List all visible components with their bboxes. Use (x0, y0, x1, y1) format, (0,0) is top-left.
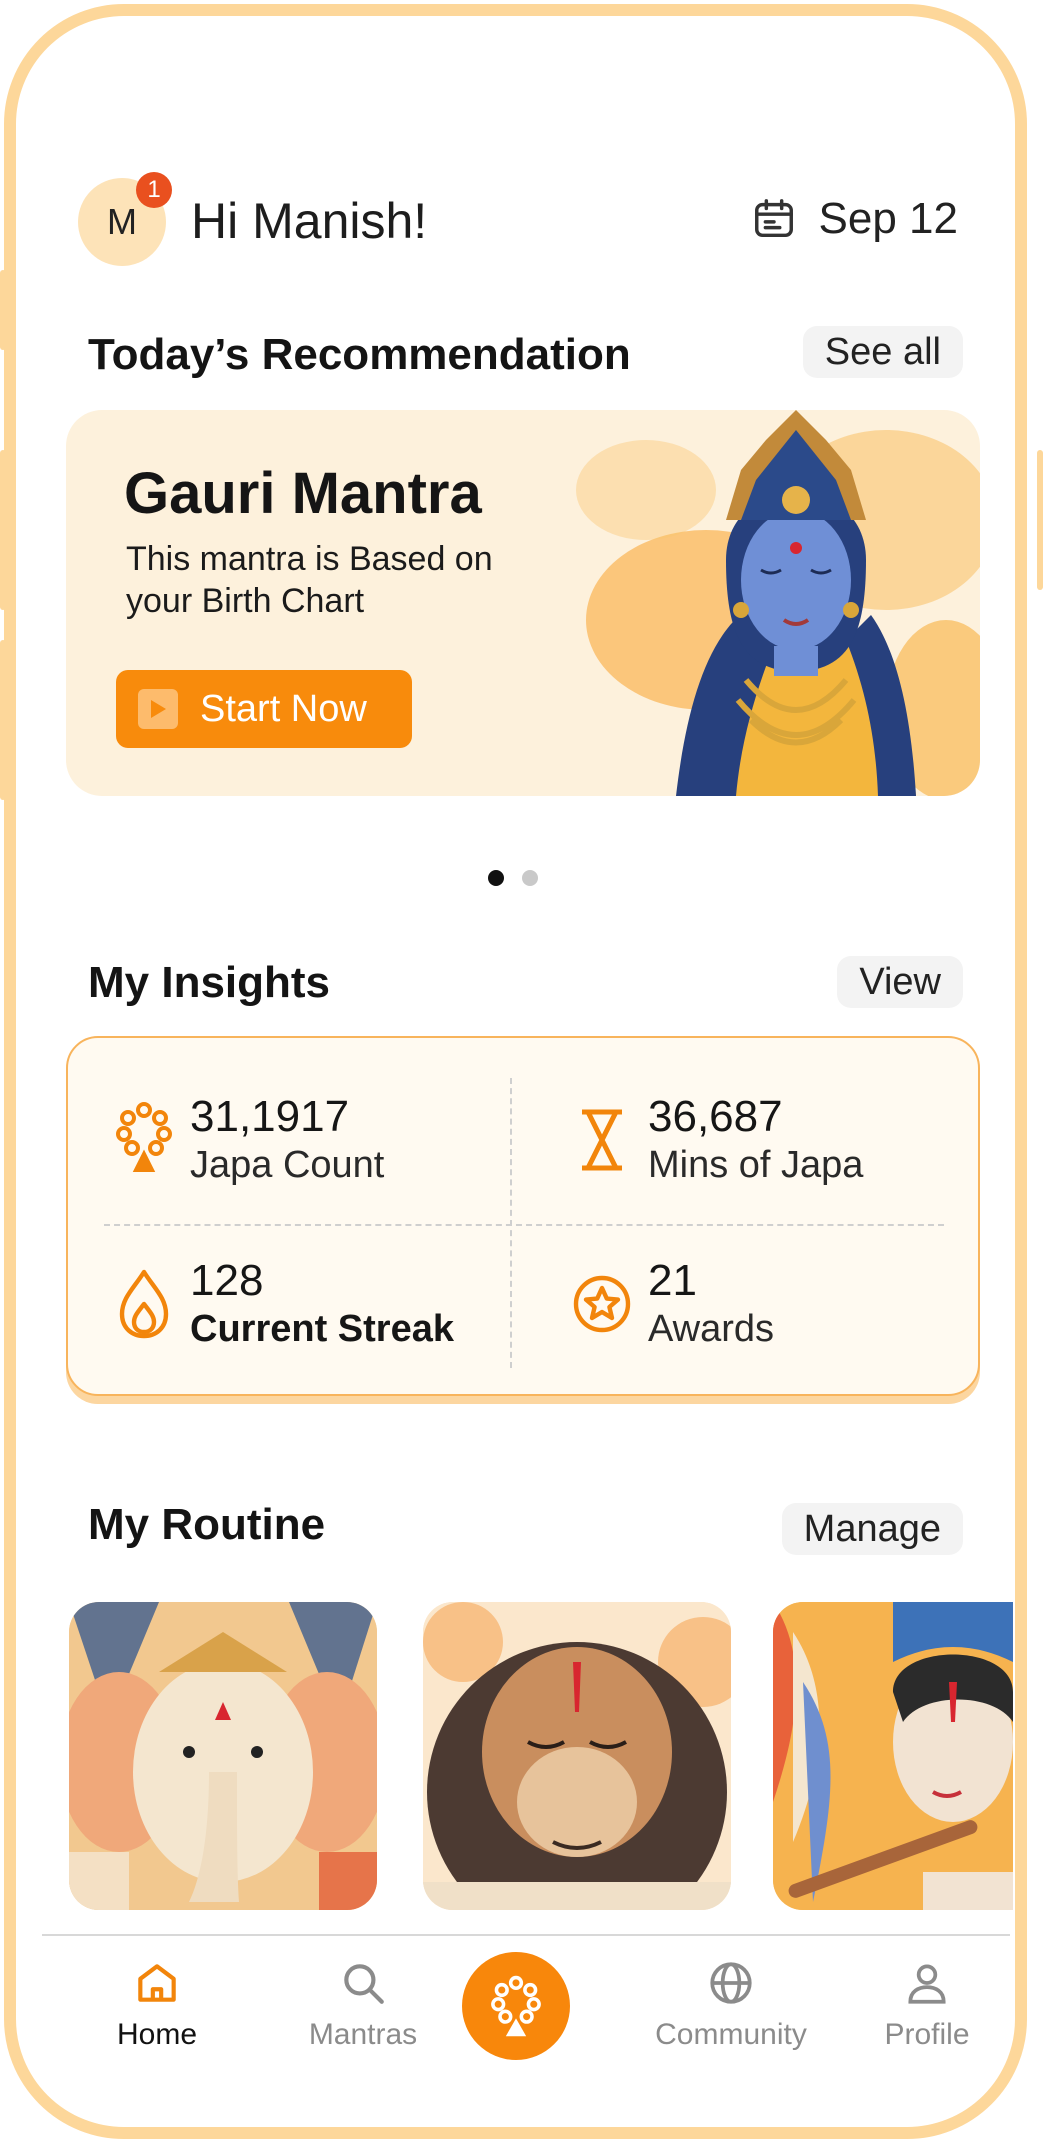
stat-value: 128 (190, 1256, 264, 1305)
manage-button[interactable]: Manage (781, 1503, 963, 1555)
date-display[interactable]: Sep 12 (751, 194, 958, 244)
carousel-dot-active[interactable] (488, 870, 504, 886)
divider (510, 1078, 512, 1368)
stat-label: Awards (648, 1308, 775, 1350)
stat-label: Japa Count (190, 1144, 385, 1186)
hanuman-illustration (423, 1602, 731, 1910)
date-text: Sep 12 (818, 194, 958, 243)
side-button (1037, 450, 1043, 590)
stat-value: 21 (648, 1256, 697, 1305)
routine-card-krishna[interactable] (773, 1602, 1013, 1910)
flame-icon (119, 1269, 169, 1339)
nav-profile[interactable]: Profile (852, 1958, 1002, 2052)
search-icon (344, 1964, 384, 2004)
greeting: Hi Manish! (191, 193, 428, 249)
start-now-button[interactable]: Start Now (116, 670, 412, 748)
mala-beads-icon (491, 1975, 541, 2037)
routine-title: My Routine (88, 1500, 326, 1549)
side-button (0, 450, 6, 610)
home-icon (138, 1964, 176, 2002)
play-icon (138, 689, 178, 729)
routine-card-hanuman[interactable] (423, 1602, 731, 1910)
stat-current-streak: 128 Current Streak (104, 1250, 504, 1360)
nav-home[interactable]: Home (82, 1958, 232, 2052)
globe-icon (710, 1962, 752, 2004)
bottom-navigation: Home Mantras Community Profile (42, 1934, 1010, 2106)
carousel-indicator (488, 870, 538, 886)
nav-mantras[interactable]: Mantras (288, 1958, 438, 2052)
mala-beads-icon (116, 1102, 172, 1172)
routine-card-ganesha[interactable] (69, 1602, 377, 1910)
start-now-label: Start Now (200, 687, 367, 730)
stat-label: Current Streak (190, 1308, 454, 1350)
stat-value: 36,687 (648, 1092, 783, 1141)
stat-mins-of-japa: 36,687 Mins of Japa (562, 1086, 962, 1196)
stat-value: 31,1917 (190, 1092, 350, 1141)
japa-center-button[interactable] (462, 1952, 570, 2060)
stat-awards: 21 Awards (562, 1250, 962, 1360)
view-button[interactable]: View (837, 956, 963, 1008)
krishna-illustration (773, 1602, 1013, 1910)
nav-community[interactable]: Community (646, 1958, 816, 2052)
hourglass-icon (582, 1109, 622, 1171)
stat-japa-count: 31,1917 Japa Count (104, 1086, 504, 1196)
ganesha-illustration (69, 1602, 377, 1910)
recommendation-card-description: This mantra is Based on your Birth Chart (126, 540, 493, 620)
notification-badge[interactable]: 1 (136, 172, 172, 208)
star-badge-icon (573, 1275, 631, 1333)
carousel-dot[interactable] (522, 870, 538, 886)
avatar-initial: M (107, 201, 137, 242)
divider (104, 1224, 944, 1226)
recommendation-card-title: Gauri Mantra (124, 461, 482, 526)
nav-label: Home (116, 2018, 198, 2051)
nav-label: Community (655, 2018, 807, 2051)
recommendation-title: Today’s Recommendation (88, 330, 631, 379)
nav-label: Profile (884, 2018, 970, 2051)
side-button (0, 270, 6, 350)
insights-title: My Insights (88, 958, 331, 1007)
stat-label: Mins of Japa (648, 1144, 864, 1186)
see-all-button[interactable]: See all (802, 326, 963, 378)
header: M 1 Hi Manish! Sep 12 (78, 172, 958, 272)
nav-label: Mantras (308, 2018, 418, 2051)
user-icon (908, 1964, 946, 2004)
goddess-illustration (576, 410, 980, 796)
calendar-icon (754, 199, 793, 238)
recommendation-card[interactable]: Gauri Mantra This mantra is Based on you… (66, 410, 980, 796)
side-button (0, 640, 6, 800)
insights-card: 31,1917 Japa Count 36,687 Mins of Japa 1… (66, 1036, 980, 1396)
